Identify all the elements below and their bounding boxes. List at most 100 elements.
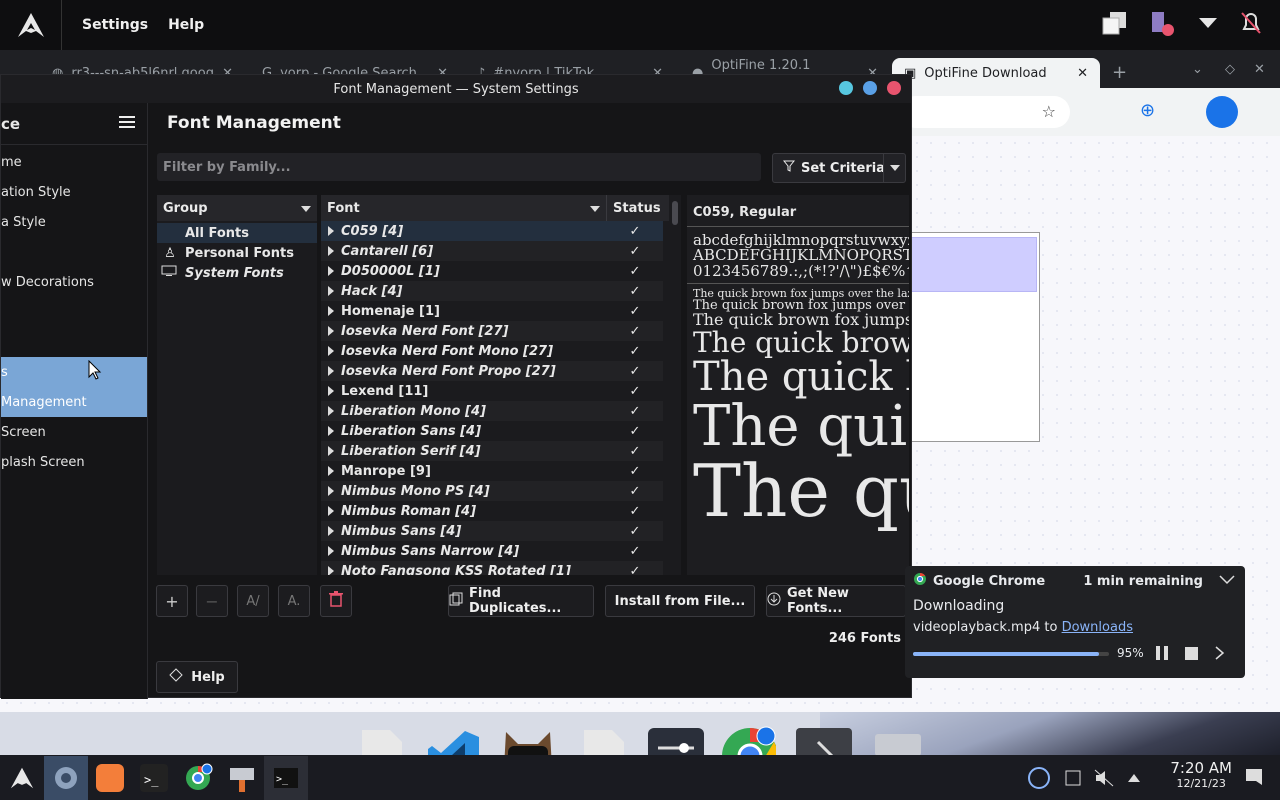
enabled-checkbox[interactable]: ✓ <box>607 264 663 279</box>
clipboard-icon[interactable] <box>1100 11 1128 39</box>
font-row[interactable]: Homenaje [1] ✓ <box>321 301 663 321</box>
expand-icon[interactable] <box>321 546 341 556</box>
sidebar-item-blank[interactable] <box>1 297 147 327</box>
font-row[interactable]: Nimbus Sans Narrow [4] ✓ <box>321 541 663 561</box>
system-settings-task-icon[interactable] <box>44 755 88 800</box>
sidebar-item-application-style[interactable]: ation Style <box>1 177 147 207</box>
enabled-checkbox[interactable]: ✓ <box>607 404 663 419</box>
expand-icon[interactable] <box>321 426 341 436</box>
new-tab-icon[interactable]: + <box>1112 62 1127 83</box>
enabled-checkbox[interactable]: ✓ <box>607 324 663 339</box>
enabled-checkbox[interactable]: ✓ <box>607 444 663 459</box>
enabled-checkbox[interactable]: ✓ <box>607 424 663 439</box>
window-titlebar[interactable]: Font Management — System Settings <box>1 75 911 103</box>
updates-icon[interactable] <box>1028 767 1050 793</box>
font-row[interactable]: Noto Fangsong KSS Rotated [1] ✓ <box>321 561 663 575</box>
font-column-header[interactable]: Font <box>321 195 607 221</box>
sidebar-item-blank[interactable] <box>1 237 147 267</box>
font-row[interactable]: Nimbus Sans [4] ✓ <box>321 521 663 541</box>
enabled-checkbox[interactable]: ✓ <box>607 564 663 576</box>
expand-icon[interactable] <box>321 466 341 476</box>
font-list-scrollbar[interactable] <box>669 195 681 575</box>
close-window-icon[interactable] <box>887 81 901 95</box>
chevron-down-icon[interactable] <box>1198 17 1218 33</box>
font-row[interactable]: C059 [4] ✓ <box>321 221 663 241</box>
expand-icon[interactable] <box>321 506 341 516</box>
font-row[interactable]: Iosevka Nerd Font Mono [27] ✓ <box>321 341 663 361</box>
expand-icon[interactable] <box>321 326 341 336</box>
expand-icon[interactable] <box>321 286 341 296</box>
status-column-header[interactable]: Status <box>607 195 663 221</box>
enabled-checkbox[interactable]: ✓ <box>607 284 663 299</box>
close-icon[interactable]: ✕ <box>1077 66 1088 81</box>
filter-family-input[interactable]: Filter by Family... <box>157 153 761 181</box>
expand-icon[interactable] <box>321 566 341 575</box>
font-row[interactable]: Nimbus Roman [4] ✓ <box>321 501 663 521</box>
chrome-task-icon[interactable] <box>176 756 220 800</box>
expand-icon[interactable] <box>321 366 341 376</box>
enabled-checkbox[interactable]: ✓ <box>607 244 663 259</box>
address-bar[interactable]: ☆ <box>900 96 1070 128</box>
expand-icon[interactable] <box>321 486 341 496</box>
expand-icon[interactable] <box>321 246 341 256</box>
remove-group-button[interactable]: − <box>196 585 228 617</box>
add-group-button[interactable]: + <box>156 585 188 617</box>
clock[interactable]: 7:20 AM 12/21/23 <box>1170 759 1232 790</box>
konsole-icon[interactable]: >_ <box>264 755 308 800</box>
sidebar-item-theme[interactable]: me <box>1 147 147 177</box>
hamburger-menu-icon[interactable] <box>119 115 135 133</box>
expand-icon[interactable] <box>321 386 341 396</box>
enabled-checkbox[interactable]: ✓ <box>607 484 663 499</box>
pinned-app-icon[interactable] <box>220 756 264 800</box>
help-button[interactable]: Help <box>156 661 238 693</box>
sidebar-item-login-screen[interactable]: Screen <box>1 417 147 447</box>
set-criteria-button[interactable]: Set Criteria <box>772 153 906 183</box>
show-desktop-icon[interactable] <box>1246 769 1262 789</box>
font-row[interactable]: Lexend [11] ✓ <box>321 381 663 401</box>
sidebar-item-fonts[interactable]: s <box>1 357 147 387</box>
expand-icon[interactable] <box>321 306 341 316</box>
enabled-checkbox[interactable]: ✓ <box>607 504 663 519</box>
enabled-checkbox[interactable]: ✓ <box>607 344 663 359</box>
pause-icon[interactable] <box>1155 646 1169 664</box>
arch-logo-icon[interactable] <box>0 756 44 800</box>
minimize-icon[interactable] <box>839 81 853 95</box>
font-row[interactable]: Liberation Mono [4] ✓ <box>321 401 663 421</box>
font-row[interactable]: Liberation Serif [4] ✓ <box>321 441 663 461</box>
sidebar-item-plasma-style[interactable]: a Style <box>1 207 147 237</box>
star-icon[interactable]: ☆ <box>1042 102 1056 121</box>
maximize-icon[interactable] <box>863 81 877 95</box>
expand-icon[interactable] <box>321 346 341 356</box>
find-duplicates-button[interactable]: Find Duplicates... <box>448 585 594 617</box>
scrollbar-thumb[interactable] <box>672 201 678 225</box>
group-header[interactable]: Group <box>157 195 317 221</box>
disable-font-button[interactable]: A. <box>278 585 310 617</box>
sidebar-item-splash-screen[interactable]: plash Screen <box>1 447 147 477</box>
expand-icon[interactable] <box>321 226 341 236</box>
font-row[interactable]: Nimbus Mono PS [4] ✓ <box>321 481 663 501</box>
enabled-checkbox[interactable]: ✓ <box>607 464 663 479</box>
expand-icon[interactable] <box>321 266 341 276</box>
volume-muted-icon[interactable] <box>1150 10 1176 40</box>
expand-icon[interactable] <box>321 446 341 456</box>
tab-optifine-download[interactable]: ▣ OptiFine Download ✕ <box>892 58 1100 88</box>
sidebar-item-blank[interactable] <box>1 327 147 357</box>
stop-icon[interactable] <box>1185 647 1198 664</box>
enabled-checkbox[interactable]: ✓ <box>607 224 663 239</box>
font-row[interactable]: Iosevka Nerd Font [27] ✓ <box>321 321 663 341</box>
downloads-link[interactable]: Downloads <box>1062 620 1133 635</box>
sidebar-item-window-decorations[interactable]: w Decorations <box>1 267 147 297</box>
download-icon[interactable]: ⊕ <box>1140 100 1155 121</box>
enable-font-button[interactable]: A/ <box>237 585 269 617</box>
font-row[interactable]: Iosevka Nerd Font Propo [27] ✓ <box>321 361 663 381</box>
font-row[interactable]: Manrope [9] ✓ <box>321 461 663 481</box>
chevron-up-icon[interactable] <box>1128 771 1140 786</box>
delete-button[interactable] <box>320 585 352 617</box>
profile-avatar[interactable] <box>1206 96 1238 128</box>
font-row[interactable]: Hack [4] ✓ <box>321 281 663 301</box>
chevron-down-icon[interactable] <box>883 154 905 182</box>
tab-search-icon[interactable]: ⌄ <box>1192 62 1203 77</box>
font-row[interactable]: Cantarell [6] ✓ <box>321 241 663 261</box>
enabled-checkbox[interactable]: ✓ <box>607 304 663 319</box>
expand-icon[interactable] <box>321 406 341 416</box>
